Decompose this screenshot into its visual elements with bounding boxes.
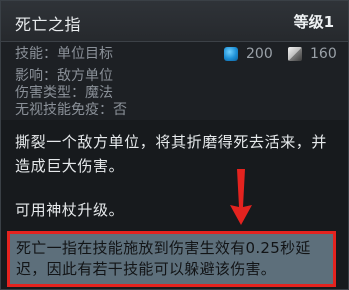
pierces-spell-immunity: 无视技能免疫：否 — [15, 102, 127, 118]
mana-cost-value: 200 — [246, 46, 273, 62]
highlight-note: 死亡一指在技能施放到伤害生效有0.25秒延迟，因此有若干技能可以躲避该伤害。 — [16, 239, 311, 278]
ability-description: 撕裂一个敌方单位，将其折磨得死去活来，并造成巨大伤害。 — [15, 133, 328, 175]
damage-type: 伤害类型：魔法 — [15, 85, 113, 101]
affects-type: 影响：敌方单位 — [15, 68, 113, 84]
ability-tooltip: 死亡之指 等级1 技能：单位目标 影响：敌方单位 伤害类型：魔法 无视技能免疫：… — [0, 0, 349, 290]
ability-stats: 技能：单位目标 影响：敌方单位 伤害类型：魔法 无视技能免疫：否 200 160 — [1, 42, 348, 120]
ability-level: 等级1 — [293, 13, 334, 31]
aghanims-upgrade-note: 可用神杖升级。 — [15, 201, 125, 219]
highlight-note-box: 死亡一指在技能施放到伤害生效有0.25秒延迟，因此有若干技能可以躲避该伤害。 — [7, 231, 336, 287]
ability-name: 死亡之指 — [15, 15, 82, 34]
cooldown-icon — [288, 47, 302, 61]
ability-type: 技能：单位目标 — [15, 46, 113, 62]
tooltip-header: 死亡之指 等级1 — [1, 1, 348, 42]
arrow-down-icon — [230, 169, 252, 225]
cooldown-value: 160 — [310, 46, 337, 62]
mana-icon — [224, 47, 238, 61]
